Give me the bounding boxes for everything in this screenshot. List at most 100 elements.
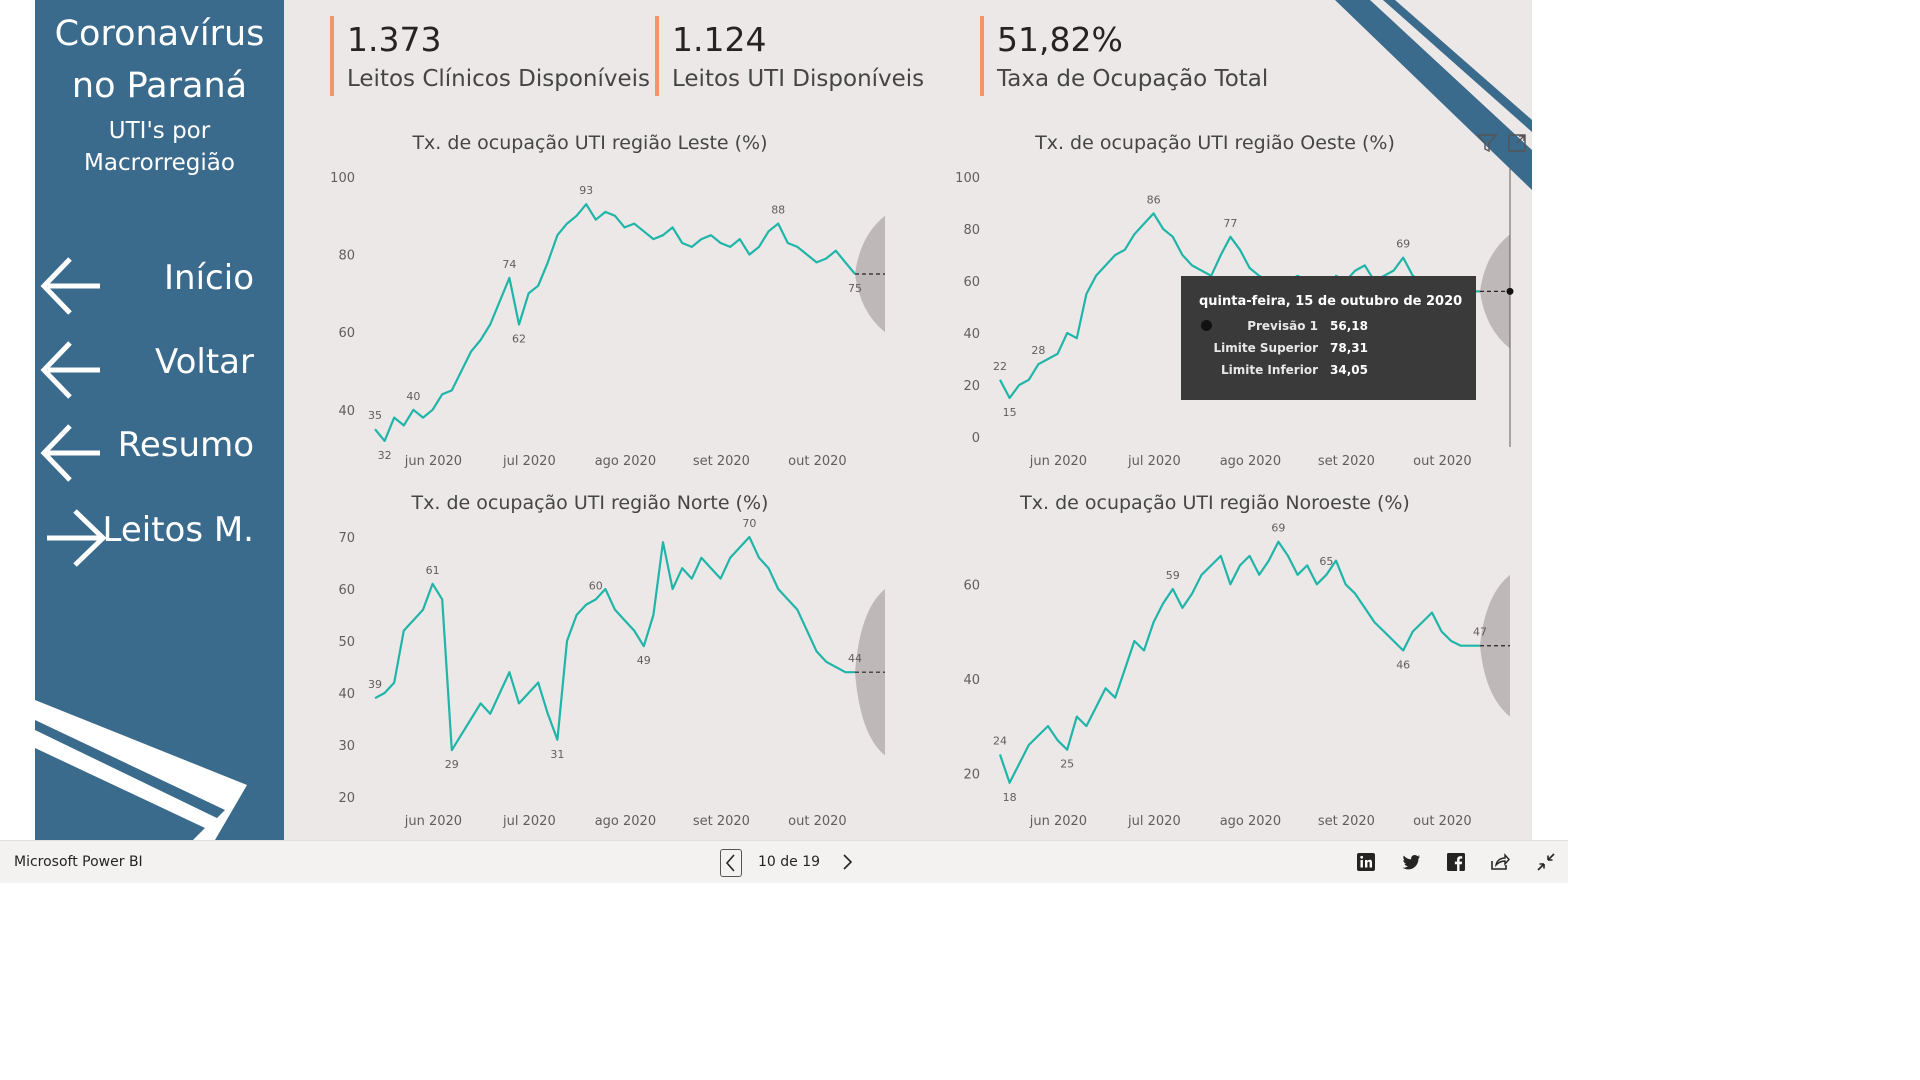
exit-fullscreen-icon[interactable] — [1534, 850, 1558, 874]
y-tick-label: 80 — [963, 223, 980, 238]
tooltip-value: 78,31 — [1330, 341, 1368, 355]
nav-inicio-button[interactable]: Início — [35, 248, 284, 318]
x-tick-label: set 2020 — [1318, 814, 1375, 829]
data-label: 25 — [1060, 758, 1074, 771]
data-label: 39 — [368, 678, 382, 691]
chart-leste[interactable]: Tx. de ocupação UTI região Leste (%) 40 60… — [295, 125, 905, 475]
next-page-button[interactable] — [835, 850, 859, 874]
y-tick-label: 20 — [963, 379, 980, 394]
x-tick-label: ago 2020 — [595, 814, 656, 829]
sidebar-title-line1: Coronavírus — [54, 14, 265, 54]
x-tick-label: jul 2020 — [502, 814, 556, 829]
y-tick-label: 40 — [963, 673, 980, 688]
data-label: 75 — [848, 282, 862, 295]
y-tick-label: 0 — [972, 431, 980, 446]
data-label: 32 — [378, 449, 392, 462]
arrow-right-icon — [47, 509, 107, 567]
x-tick-label: ago 2020 — [1220, 814, 1281, 829]
nav-resumo-button[interactable]: Resumo — [35, 415, 284, 485]
arrow-left-icon — [40, 257, 100, 315]
y-tick-label: 70 — [338, 531, 355, 546]
series-line — [374, 203, 856, 442]
nav-voltar-label: Voltar — [154, 342, 254, 382]
x-tick-label: jul 2020 — [1127, 814, 1181, 829]
chart-noroeste[interactable]: Tx. de ocupação UTI região Noroeste (%) 2… — [920, 485, 1530, 835]
data-label: 40 — [406, 390, 420, 403]
decorative-stripes-bottom-left — [35, 700, 247, 840]
data-label: 65 — [1319, 555, 1333, 568]
kpi-accent-bar — [330, 16, 334, 96]
data-label: 86 — [1147, 193, 1161, 206]
nav-leitos-label: Leitos M. — [102, 510, 254, 550]
y-tick-label: 40 — [963, 327, 980, 342]
data-label: 35 — [368, 409, 382, 422]
linkedin-icon[interactable] — [1354, 850, 1378, 874]
focus-mode-icon[interactable] — [1505, 131, 1529, 155]
data-label: 46 — [1396, 658, 1410, 671]
kpi-value: 1.124 — [672, 20, 767, 59]
data-label: 18 — [1003, 791, 1017, 804]
kpi-label: Leitos Clínicos Disponíveis — [347, 66, 651, 92]
data-label: 77 — [1223, 217, 1237, 230]
y-tick-label: 20 — [338, 791, 355, 806]
twitter-icon[interactable] — [1399, 850, 1423, 874]
sidebar-title-line2: no Paraná — [71, 66, 248, 106]
tooltip-key: Previsão 1 — [1247, 319, 1318, 333]
nav-inicio-label: Início — [164, 258, 254, 298]
y-tick-label: 50 — [338, 635, 355, 650]
sidebar: Coronavírus no Paraná UTI's por Macrorre… — [35, 0, 284, 840]
data-label: 74 — [502, 258, 516, 271]
x-tick-label: set 2020 — [693, 814, 750, 829]
powerbi-bottom-bar: Microsoft Power BI 10 de 19 — [0, 840, 1568, 883]
nav-leitos-button[interactable]: Leitos M. — [35, 500, 284, 570]
data-label: 93 — [579, 184, 593, 197]
nav-voltar-button[interactable]: Voltar — [35, 332, 284, 402]
data-label: 88 — [771, 204, 785, 217]
kpi-leitos-uti: 1.124 Leitos UTI Disponíveis — [655, 14, 955, 98]
data-label: 49 — [637, 654, 651, 667]
data-label: 69 — [1396, 238, 1410, 251]
chart-title: Tx. de ocupação UTI região Leste (%) — [411, 132, 767, 154]
report-canvas: Coronavírus no Paraná UTI's por Macrorre… — [35, 0, 1532, 840]
x-tick-label: jun 2020 — [404, 454, 462, 469]
data-label: 29 — [445, 758, 459, 771]
x-tick-label: jun 2020 — [404, 814, 462, 829]
chart-norte[interactable]: Tx. de ocupação UTI região Norte (%) 20 30… — [295, 485, 905, 835]
chevron-right-icon — [843, 854, 853, 870]
y-tick-label: 100 — [330, 171, 355, 186]
previous-page-button[interactable] — [720, 849, 742, 877]
series-line — [374, 535, 855, 752]
arrow-left-icon — [40, 424, 100, 482]
x-tick-label: out 2020 — [788, 454, 847, 469]
x-tick-label: jul 2020 — [1127, 454, 1181, 469]
arrow-left-icon — [40, 341, 100, 399]
kpi-taxa-ocupacao: 51,82% Taxa de Ocupação Total — [980, 14, 1280, 98]
x-tick-label: jun 2020 — [1029, 814, 1087, 829]
data-label: 47 — [1473, 626, 1487, 639]
x-tick-label: jul 2020 — [502, 454, 556, 469]
y-tick-label: 60 — [963, 578, 980, 593]
x-tick-label: set 2020 — [1318, 454, 1375, 469]
tooltip-key: Limite Inferior — [1221, 363, 1318, 377]
tooltip-date: quinta-feira, 15 de outubro de 2020 — [1199, 294, 1463, 309]
data-label: 60 — [589, 579, 603, 592]
data-label: 61 — [426, 564, 440, 577]
share-icon[interactable] — [1488, 850, 1512, 874]
tooltip-row-previsao: Previsão 1 56,18 — [1181, 319, 1476, 337]
x-tick-label: ago 2020 — [1220, 454, 1281, 469]
x-tick-label: out 2020 — [1413, 454, 1472, 469]
tooltip-row-limite-superior: Limite Superior 78,31 — [1181, 341, 1476, 359]
x-tick-label: set 2020 — [693, 454, 750, 469]
kpi-leitos-clinicos: 1.373 Leitos Clínicos Disponíveis — [330, 14, 650, 98]
x-tick-label: ago 2020 — [595, 454, 656, 469]
y-tick-label: 60 — [963, 275, 980, 290]
data-label: 69 — [1271, 522, 1285, 535]
y-tick-label: 100 — [955, 171, 980, 186]
y-tick-label: 40 — [338, 687, 355, 702]
facebook-icon[interactable] — [1444, 850, 1468, 874]
nav-resumo-label: Resumo — [117, 425, 254, 465]
page-indicator: 10 de 19 — [758, 854, 821, 870]
kpi-label: Taxa de Ocupação Total — [997, 66, 1269, 92]
filter-icon[interactable] — [1475, 131, 1499, 155]
sidebar-subtitle-line2: Macrorregião — [84, 150, 235, 176]
